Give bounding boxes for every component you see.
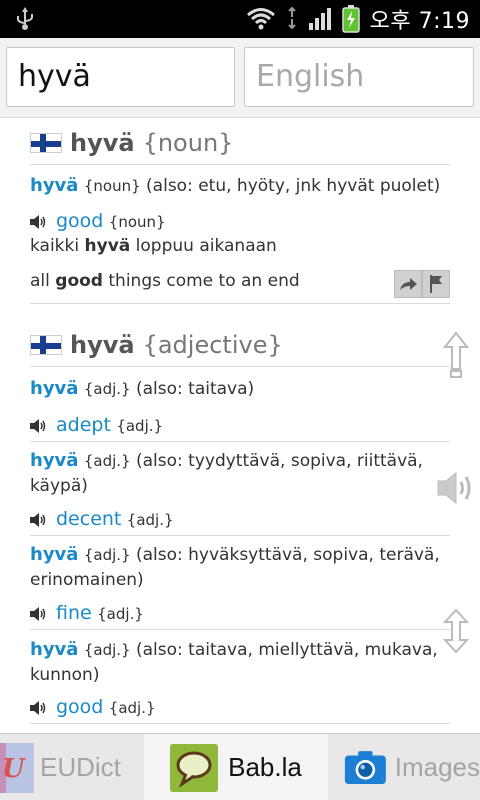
- translation-pos: {adj.}: [108, 699, 156, 717]
- translation-word[interactable]: fine: [56, 602, 92, 624]
- entry-line[interactable]: hyvä {adj.} (also: taitava, miellyttävä,…: [30, 638, 450, 662]
- translation-pos: {adj.}: [126, 511, 174, 529]
- tab-babla[interactable]: Bab.la: [144, 734, 328, 800]
- translation-pos: {noun}: [108, 213, 166, 231]
- speaker-icon[interactable]: [30, 419, 48, 433]
- battery-charging-icon: [341, 5, 360, 33]
- speaker-icon[interactable]: [30, 513, 48, 527]
- entry-word[interactable]: hyvä: [30, 175, 78, 196]
- finland-flag-icon: [30, 334, 62, 355]
- swap-vertical-arrows-icon[interactable]: [443, 608, 469, 654]
- entry-also-continued: käypä): [30, 476, 88, 496]
- babla-logo-icon: [170, 743, 219, 792]
- search-input[interactable]: hyvä: [6, 47, 235, 107]
- translation-pos: {adj.}: [97, 605, 144, 623]
- tab-label: Images: [394, 752, 480, 782]
- tab-eudict[interactable]: U EUDict: [0, 734, 144, 800]
- entry-also-continued: kunnon): [30, 665, 100, 685]
- entry-line[interactable]: hyvä {noun} (also: etu, hyöty, jnk hyvät…: [30, 174, 450, 198]
- entry-word[interactable]: hyvä: [30, 544, 78, 565]
- scroll-top-arrow-icon[interactable]: [443, 331, 469, 379]
- example-text: loppuu aikanaan: [130, 236, 277, 256]
- speaker-icon[interactable]: [30, 607, 48, 621]
- share-button[interactable]: [394, 270, 422, 298]
- example-actions: [394, 270, 450, 298]
- translation-line[interactable]: decent {adj.}: [30, 507, 450, 532]
- part-of-speech: {noun}: [142, 128, 234, 157]
- divider: [30, 723, 450, 724]
- divider: [30, 629, 450, 630]
- finland-flag-icon: [30, 132, 62, 153]
- example-highlight: hyvä: [84, 236, 131, 256]
- divider: [30, 535, 450, 536]
- entry-pos: {adj.}: [83, 641, 131, 659]
- headword: hyvä: [70, 330, 135, 359]
- entry-pos: {adj.}: [83, 546, 131, 564]
- usb-icon: [17, 7, 33, 30]
- translation-line[interactable]: fine {adj.}: [30, 601, 450, 626]
- entry-also: (also: taitava): [136, 379, 255, 399]
- speaker-volume-icon[interactable]: [437, 470, 477, 506]
- translation-word[interactable]: decent: [56, 508, 121, 530]
- status-bar: 오후 7:19: [0, 0, 480, 38]
- entry-also-continued: erinomainen): [30, 570, 144, 590]
- example-text: kaikki: [30, 236, 85, 256]
- speaker-icon[interactable]: [30, 215, 48, 229]
- divider: [30, 303, 450, 304]
- speaker-icon[interactable]: [30, 701, 48, 715]
- section-header-noun: hyvä {noun}: [30, 121, 450, 165]
- example-text: all: [30, 271, 56, 291]
- language-selector[interactable]: English: [244, 47, 474, 107]
- entry-also: (also: hyväksyttävä, sopiva, terävä,: [136, 545, 440, 565]
- eudict-logo-icon: U: [0, 742, 34, 793]
- camera-icon: [344, 750, 386, 784]
- results-list[interactable]: hyvä {noun} hyvä {noun} (also: etu, hyöt…: [0, 119, 480, 733]
- entry-word[interactable]: hyvä: [30, 639, 78, 660]
- headword: hyvä: [70, 128, 135, 157]
- entry-line[interactable]: hyvä {adj.} (also: hyväksyttävä, sopiva,…: [30, 543, 450, 567]
- entry-line[interactable]: hyvä {adj.} (also: taitava): [30, 377, 450, 401]
- clock: 오후 7:19: [369, 9, 470, 34]
- example-highlight: good: [55, 271, 103, 291]
- dictionary-tabs: U EUDict Bab.la Images: [0, 733, 480, 800]
- translation-line[interactable]: good {noun}: [30, 209, 450, 234]
- entry-pos: {adj.}: [83, 452, 131, 470]
- translation-pos: {adj.}: [116, 417, 164, 435]
- entry-also: (also: tyydyttävä, sopiva, riittävä,: [136, 451, 423, 471]
- flag-button[interactable]: [422, 270, 450, 298]
- translation-line[interactable]: adept {adj.}: [30, 413, 450, 438]
- tab-label: EUDict: [40, 752, 121, 782]
- translation-word[interactable]: adept: [56, 414, 111, 436]
- flag-icon: [430, 275, 442, 293]
- translation-word[interactable]: good: [56, 210, 103, 232]
- entry-also: (also: taitava, miellyttävä, mukava,: [136, 640, 438, 660]
- entry-pos: {noun}: [83, 177, 141, 195]
- section-header-adjective: hyvä {adjective}: [30, 323, 450, 367]
- divider: [30, 441, 450, 442]
- example-english: all good things come to an end: [30, 269, 450, 293]
- part-of-speech: {adjective}: [142, 330, 283, 359]
- signal-icon: [308, 8, 331, 30]
- share-arrow-icon: [400, 278, 417, 290]
- entry-pos: {adj.}: [83, 380, 131, 398]
- wifi-icon: [246, 8, 275, 30]
- translation-line[interactable]: good {adj.}: [30, 695, 450, 720]
- tab-label: Bab.la: [228, 752, 302, 782]
- entry-line[interactable]: hyvä {adj.} (also: tyydyttävä, sopiva, r…: [30, 449, 450, 473]
- search-header: hyvä English: [0, 38, 480, 118]
- tab-images[interactable]: Images: [328, 734, 480, 800]
- entry-word[interactable]: hyvä: [30, 378, 78, 399]
- translation-word[interactable]: good: [56, 696, 103, 718]
- data-arrows-icon: [287, 7, 296, 30]
- entry-also: (also: etu, hyöty, jnk hyvät puolet): [146, 176, 441, 196]
- entry-word[interactable]: hyvä: [30, 450, 78, 471]
- example-finnish: kaikki hyvä loppuu aikanaan: [30, 234, 450, 258]
- example-text: things come to an end: [102, 271, 300, 291]
